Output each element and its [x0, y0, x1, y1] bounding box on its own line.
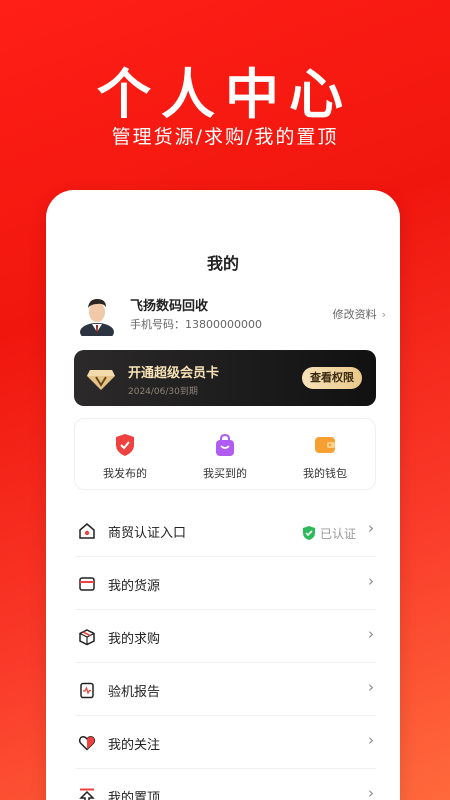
chevron-right-icon: ›	[368, 731, 374, 749]
chevron-right-icon: ›	[368, 625, 374, 643]
menu-item-requests[interactable]: 我的求购 ›	[76, 610, 376, 663]
phone-mockup: 我的 飞扬数码回收 手机号码：13800000000 修改资料 › 开通超级会员卡…	[46, 190, 400, 800]
card-icon	[79, 577, 95, 591]
page-title: 我的	[206, 254, 239, 273]
chevron-right-icon: ›	[368, 519, 374, 537]
pin-icon	[79, 788, 95, 800]
chevron-right-icon: ›	[368, 678, 374, 696]
heart-icon	[78, 736, 96, 751]
profile-section[interactable]: 飞扬数码回收 手机号码：13800000000 修改资料 ›	[76, 290, 386, 340]
menu-label-pinned: 我的置顶	[108, 791, 161, 800]
avatar	[80, 299, 114, 336]
menu-item-report[interactable]: 验机报告 ›	[76, 663, 376, 716]
quick-item-purchased[interactable]: 我买到的	[175, 419, 275, 489]
menu-label-certification: 商贸认证入口	[108, 526, 187, 541]
wallet-icon	[315, 437, 335, 453]
menu-label-supply: 我的货源	[108, 579, 161, 594]
quick-label-published: 我发布的	[103, 467, 147, 480]
menu-label-report: 验机报告	[108, 685, 161, 700]
quick-actions: 我发布的 我买到的 我的钱包	[74, 418, 376, 490]
chevron-right-icon: ›	[368, 572, 374, 590]
edit-profile-label: 修改资料	[332, 308, 377, 321]
quick-label-wallet: 我的钱包	[303, 467, 347, 480]
menu-item-certification[interactable]: 商贸认证入口 已认证 ›	[76, 504, 376, 557]
shopping-bag-icon	[216, 433, 234, 456]
menu-item-following[interactable]: 我的关注 ›	[76, 716, 376, 769]
menu-label-requests: 我的求购	[108, 632, 161, 647]
hero-subtitle: 管理货源/求购/我的置顶	[111, 126, 339, 148]
quick-label-purchased: 我买到的	[203, 467, 247, 480]
profile-name: 飞扬数码回收	[130, 299, 209, 314]
diamond-v-icon	[87, 370, 115, 390]
menu-item-supply[interactable]: 我的货源 ›	[76, 557, 376, 610]
vip-expiry: 2024/06/30到期	[128, 387, 198, 397]
box-icon	[79, 629, 95, 646]
report-icon	[80, 682, 94, 699]
chevron-right-icon: ›	[381, 308, 386, 321]
chevron-right-icon: ›	[368, 784, 374, 800]
vip-title: 开通超级会员卡	[128, 366, 220, 381]
verified-shield-icon	[302, 526, 315, 540]
quick-item-published[interactable]: 我发布的	[75, 419, 175, 489]
edit-profile-link[interactable]: 修改资料 ›	[333, 306, 386, 322]
profile-phone: 手机号码：13800000000	[130, 318, 262, 331]
menu-item-pinned[interactable]: 我的置顶 ›	[76, 769, 376, 800]
quick-item-wallet[interactable]: 我的钱包	[275, 419, 375, 489]
hero-title: 个人中心	[97, 63, 353, 126]
house-icon	[79, 523, 95, 539]
verified-status: 已认证	[302, 522, 356, 542]
view-privileges-button[interactable]: 查看权限	[302, 367, 362, 389]
shield-icon	[116, 434, 134, 456]
verified-label: 已认证	[319, 527, 356, 541]
vip-card[interactable]: 开通超级会员卡 2024/06/30到期 查看权限	[74, 350, 376, 406]
menu-list: 商贸认证入口 已认证 › 我的货源 › 我的求购 › 验机报告 › 我的关注 ›…	[76, 504, 376, 800]
menu-label-following: 我的关注	[108, 738, 161, 753]
